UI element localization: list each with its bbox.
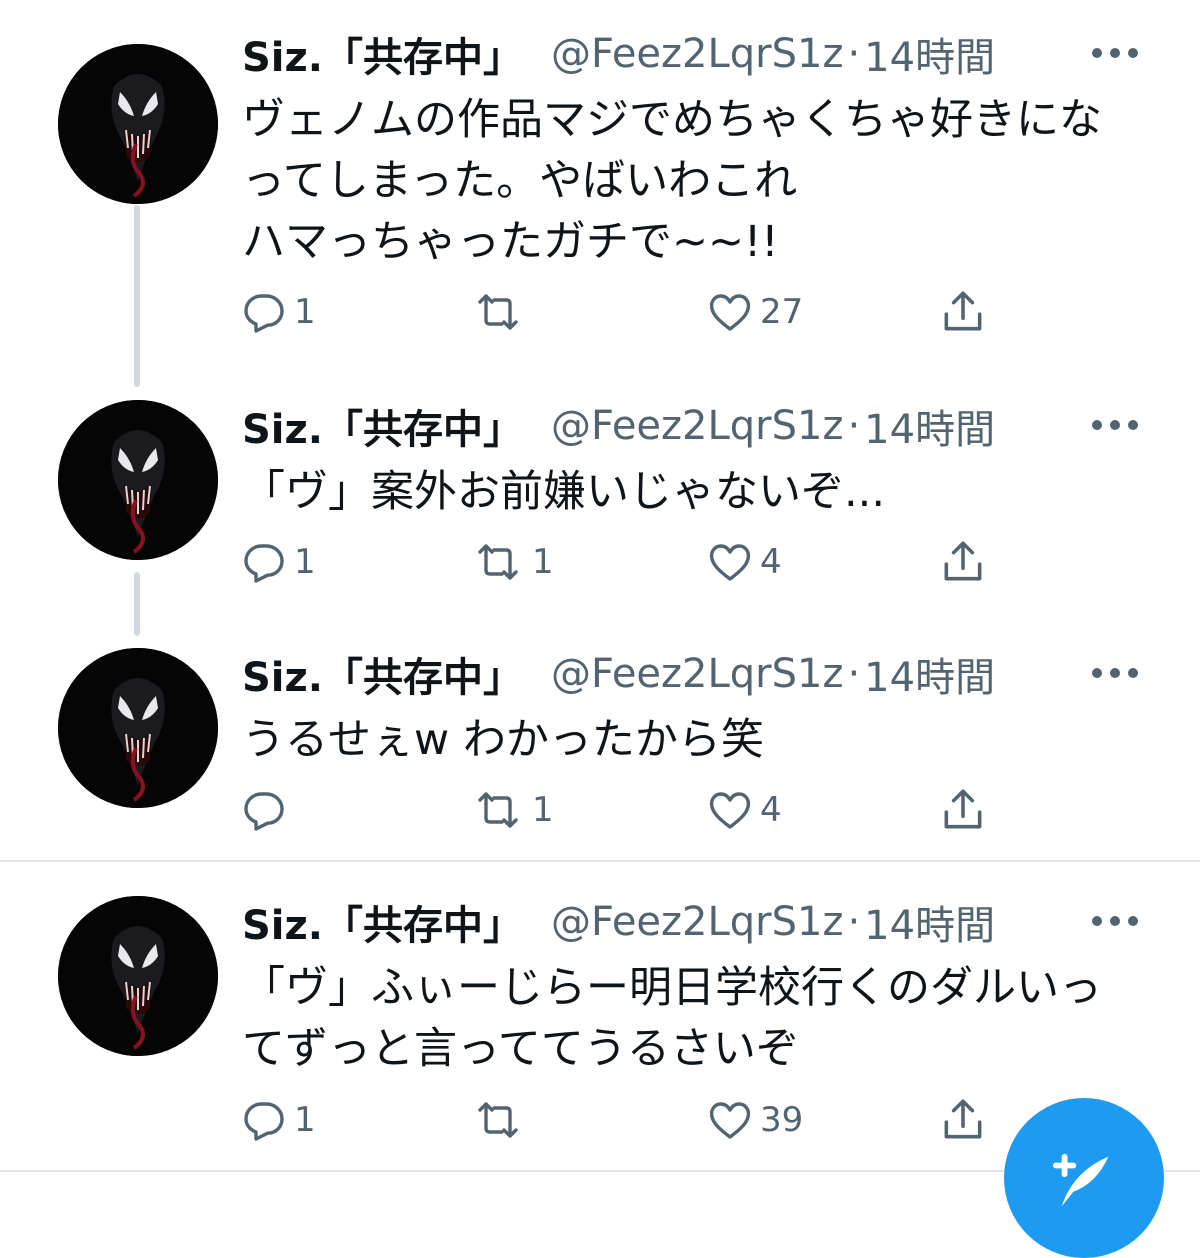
more-icon[interactable] <box>1092 410 1138 440</box>
tweet-text: 「ヴ」案外お前嫌いじゃないぞ... <box>242 467 886 517</box>
user-handle[interactable]: @Feez2LqrS1z <box>551 651 843 697</box>
tweet-header: Siz.「共存中」 @Feez2LqrS1z · 14時間 <box>242 893 995 951</box>
user-handle[interactable]: @Feez2LqrS1z <box>551 31 843 77</box>
reply-button[interactable]: 1 <box>240 284 316 340</box>
retweet-button[interactable] <box>470 284 532 340</box>
reply-icon <box>244 544 284 583</box>
compose-icon <box>1052 1153 1109 1207</box>
tweet-text: 「ヴ」ふぃーじらー明日学校行くのダルいっ てずっと言っててうるさいぞ <box>242 963 1102 1074</box>
compose-button[interactable] <box>1004 1098 1164 1258</box>
retweet-icon <box>478 294 518 330</box>
venom-avatar-image <box>58 400 218 560</box>
retweet-icon <box>478 792 518 828</box>
venom-avatar-image <box>58 44 218 204</box>
share-button[interactable] <box>938 534 988 590</box>
reply-count: 1 <box>294 292 316 332</box>
reply-button[interactable]: 1 <box>240 1092 316 1148</box>
heart-icon <box>709 1102 751 1139</box>
like-button[interactable]: 4 <box>706 782 782 838</box>
reply-button[interactable] <box>240 782 294 838</box>
display-name[interactable]: Siz.「共存中」 <box>242 25 523 83</box>
reply-count: 1 <box>294 542 316 582</box>
tweet[interactable]: Siz.「共存中」 @Feez2LqrS1z · 14時間 「ヴ」案外お前嫌いじ… <box>0 372 1200 624</box>
venom-avatar-image <box>58 648 218 808</box>
retweet-count: 1 <box>532 790 554 830</box>
reply-button[interactable]: 1 <box>240 534 316 590</box>
retweet-button[interactable]: 1 <box>470 534 554 590</box>
retweet-button[interactable]: 1 <box>470 782 554 838</box>
tweet[interactable]: Siz.「共存中」 @Feez2LqrS1z · 14時間 うるせぇw わかった… <box>0 620 1200 860</box>
heart-icon <box>709 294 751 331</box>
timestamp[interactable]: 14時間 <box>864 397 995 455</box>
separator-dot: · <box>847 899 861 945</box>
more-icon[interactable] <box>1092 38 1138 68</box>
tweet-header: Siz.「共存中」 @Feez2LqrS1z · 14時間 <box>242 397 995 455</box>
separator-dot: · <box>847 403 861 449</box>
like-count: 4 <box>760 542 782 582</box>
retweet-icon <box>478 544 518 580</box>
retweet-button[interactable] <box>470 1092 532 1148</box>
tweet-actions: 1 4 <box>240 782 1000 838</box>
like-count: 4 <box>760 790 782 830</box>
heart-icon <box>709 544 751 581</box>
tweet-actions: 1 1 4 <box>240 534 1000 590</box>
retweet-icon <box>478 1102 518 1138</box>
user-handle[interactable]: @Feez2LqrS1z <box>551 899 843 945</box>
display-name[interactable]: Siz.「共存中」 <box>242 893 523 951</box>
like-count: 39 <box>760 1100 804 1140</box>
like-button[interactable]: 27 <box>706 284 803 340</box>
like-button[interactable]: 39 <box>706 1092 803 1148</box>
display-name[interactable]: Siz.「共存中」 <box>242 397 523 455</box>
share-icon <box>944 1099 982 1139</box>
avatar[interactable] <box>58 400 218 560</box>
tweet[interactable]: Siz.「共存中」 @Feez2LqrS1z · 14時間 ヴェノムの作品マジで… <box>0 0 1200 380</box>
tweet-header: Siz.「共存中」 @Feez2LqrS1z · 14時間 <box>242 25 995 83</box>
share-icon <box>944 291 982 331</box>
like-count: 27 <box>760 292 804 332</box>
reply-icon <box>244 1102 284 1141</box>
reply-count: 1 <box>294 1100 316 1140</box>
venom-avatar-image <box>58 896 218 1056</box>
share-button[interactable] <box>938 1092 988 1148</box>
reply-icon <box>244 792 284 831</box>
separator-dot: · <box>847 31 861 77</box>
tweet[interactable]: Siz.「共存中」 @Feez2LqrS1z · 14時間 「ヴ」ふぃーじらー明… <box>0 868 1200 1168</box>
tweet-actions: 1 39 <box>240 1092 1000 1148</box>
heart-icon <box>709 792 751 829</box>
timestamp[interactable]: 14時間 <box>864 25 995 83</box>
tweet-text: うるせぇw わかったから笑 <box>242 715 764 765</box>
display-name[interactable]: Siz.「共存中」 <box>242 645 523 703</box>
more-icon[interactable] <box>1092 906 1138 936</box>
share-icon <box>944 789 982 829</box>
avatar[interactable] <box>58 648 218 808</box>
user-handle[interactable]: @Feez2LqrS1z <box>551 403 843 449</box>
tweet-divider <box>0 860 1200 862</box>
avatar[interactable] <box>58 896 218 1056</box>
retweet-count: 1 <box>532 542 554 582</box>
tweet-actions: 1 27 <box>240 284 1000 340</box>
like-button[interactable]: 4 <box>706 534 782 590</box>
share-icon <box>944 541 982 581</box>
reply-icon <box>244 294 284 333</box>
share-button[interactable] <box>938 782 988 838</box>
timestamp[interactable]: 14時間 <box>864 893 995 951</box>
tweet-header: Siz.「共存中」 @Feez2LqrS1z · 14時間 <box>242 645 995 703</box>
tweet-text: ヴェノムの作品マジでめちゃくちゃ好きにな ってしまった。やばいわこれ ハマっちゃ… <box>242 95 1102 267</box>
separator-dot: · <box>847 651 861 697</box>
more-icon[interactable] <box>1092 658 1138 688</box>
timestamp[interactable]: 14時間 <box>864 645 995 703</box>
avatar[interactable] <box>58 44 218 204</box>
share-button[interactable] <box>938 284 988 340</box>
